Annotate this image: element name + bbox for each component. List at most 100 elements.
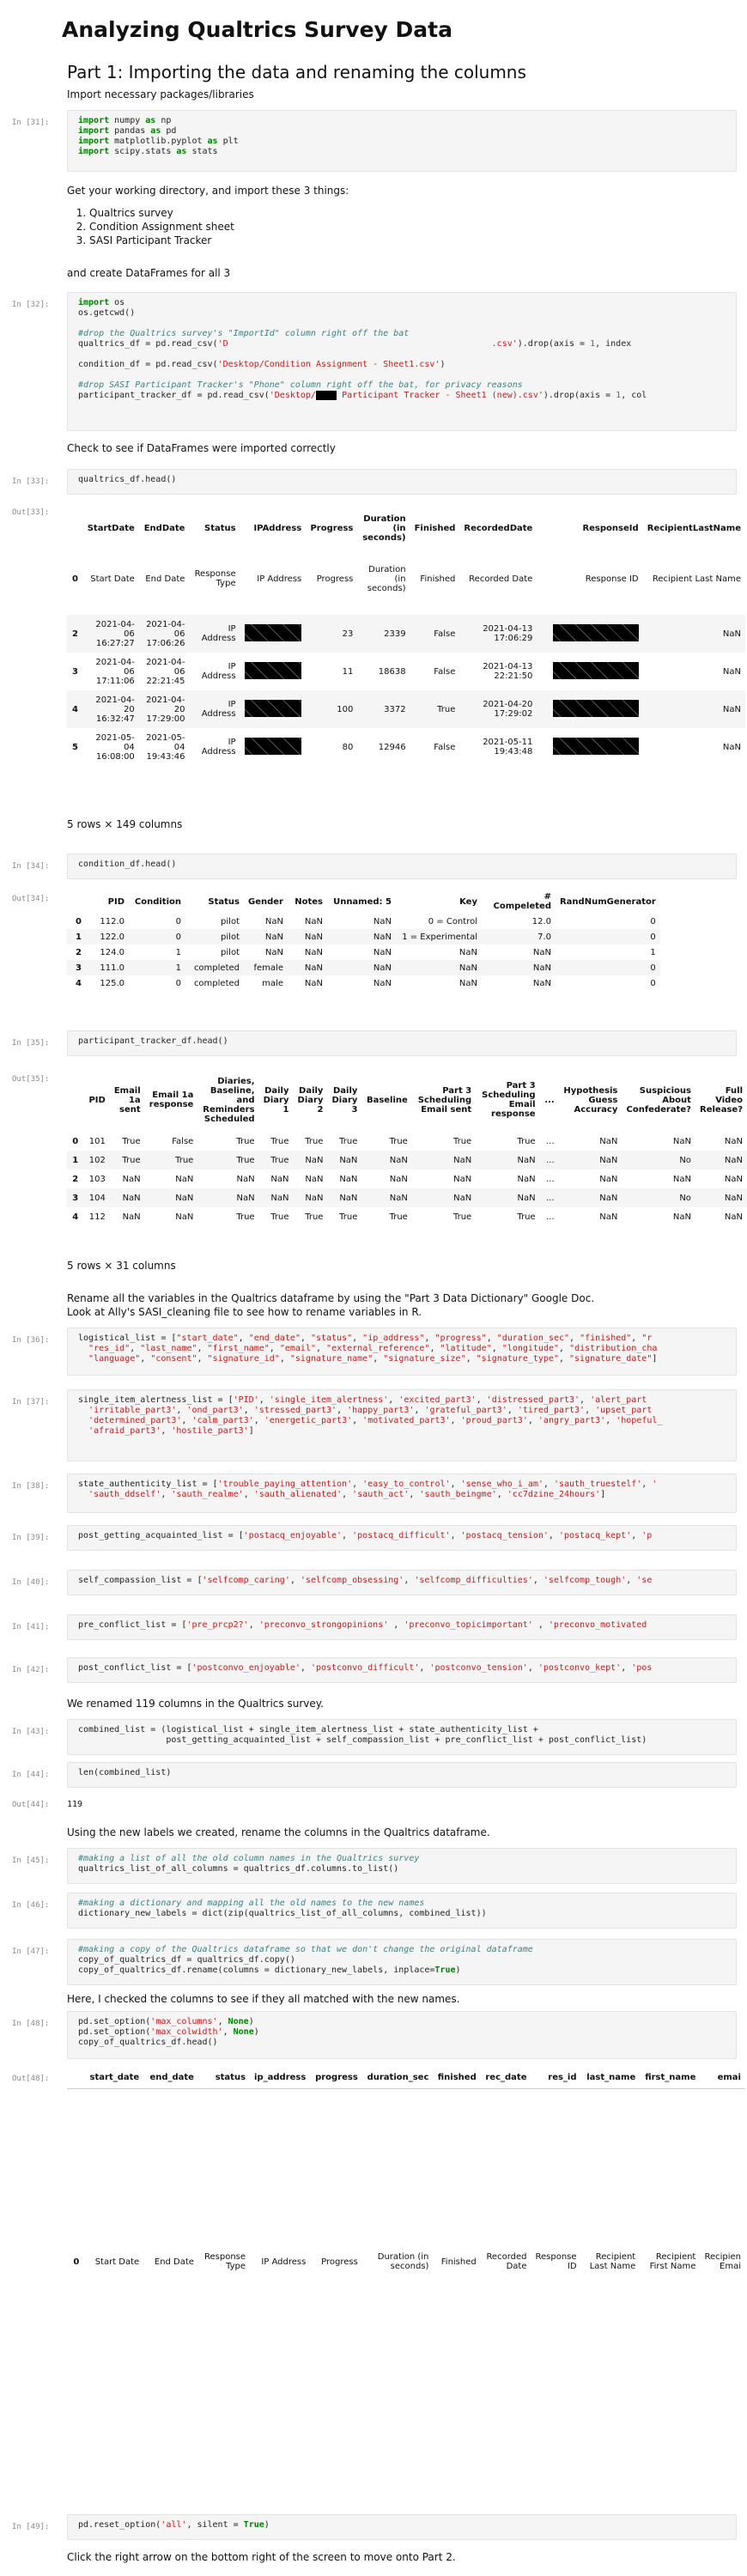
col-header: start_date — [89, 2073, 140, 2083]
row-index: 4 — [72, 1212, 79, 1222]
redacted-response-id — [552, 699, 639, 717]
table-cell: True — [339, 1212, 358, 1222]
col-header: EndDate — [143, 523, 185, 533]
col-header: emai — [717, 2073, 741, 2083]
table-cell: True — [452, 1136, 472, 1146]
code-cell-set-options[interactable]: pd.set_option('max_columns', None) pd.se… — [67, 2011, 737, 2059]
code-cell-post-conflict-list[interactable]: post_conflict_list = ['postconvo_enjoyab… — [67, 1657, 737, 1683]
table-cell: NaN — [122, 1212, 141, 1222]
code-cell-participant-head[interactable]: participant_tracker_df.head() — [67, 1030, 737, 1056]
table-cell: NaN — [599, 1193, 618, 1203]
col-header: Status — [204, 523, 236, 533]
table-cell: 112.0 — [100, 916, 125, 927]
col-header: RecordedDate — [464, 523, 533, 533]
table-cell: pilot — [221, 932, 240, 942]
table-cell: NaN — [264, 916, 283, 927]
col-header: duration_sec — [367, 2073, 429, 2083]
table-cell: NaN — [304, 947, 323, 957]
table-cell: 2021-04-13 22:21:50 — [483, 662, 533, 681]
table-cell: IP Address — [261, 2257, 307, 2267]
col-header: Suspicious About Confederate? — [626, 1085, 691, 1115]
code-cell-read-csv[interactable]: import os os.getcwd() #drop the Qualtric… — [67, 292, 737, 431]
table-cell: NaN — [264, 932, 283, 942]
col-header: Full Video Release? — [700, 1085, 743, 1115]
table-cell: NaN — [389, 1193, 408, 1203]
prompt: In [41]: — [12, 1623, 50, 1631]
table-cell: Start Date — [90, 574, 135, 584]
table-cell: NaN — [304, 963, 323, 973]
code-cell-logistical-list[interactable]: logistical_list = ["start_date", "end_da… — [67, 1327, 737, 1376]
md-newlabels: Using the new labels we created, rename … — [67, 1826, 490, 1838]
row-index: 5 — [72, 742, 78, 752]
code-cell-old-names[interactable]: #making a list of all the old column nam… — [67, 1848, 737, 1884]
table-cell: False — [434, 742, 456, 752]
code-cell-self-compassion-list[interactable]: self_compassion_list = ['selfcomp_caring… — [67, 1570, 737, 1595]
table-cell: True — [517, 1136, 536, 1146]
code-cell-imports[interactable]: import numpy as np import pandas as pd i… — [67, 110, 737, 172]
table-cell: NaN — [264, 947, 283, 957]
table-cell: NaN — [122, 1193, 141, 1203]
table-cell: completed — [193, 963, 240, 973]
rows-cols-summary: 5 rows × 31 columns — [67, 1260, 176, 1272]
prompt: In [31]: — [12, 118, 50, 127]
code-cell-qualtrics-head[interactable]: qualtrics_df.head() — [67, 469, 737, 495]
rows-cols-summary: 5 rows × 149 columns — [67, 818, 183, 830]
table-cell: False — [434, 629, 456, 639]
col-header: Daily Diary 3 — [331, 1085, 358, 1115]
table-cell: NaN — [722, 666, 741, 677]
table-cell: True — [122, 1136, 141, 1146]
row-index: 3 — [72, 1193, 79, 1203]
table-cell: completed — [193, 978, 240, 988]
code-text: qualtrics_df.head() — [78, 475, 177, 484]
col-header: res_id — [548, 2073, 577, 2083]
table-cell: 0 — [175, 932, 181, 942]
col-header: # Compeleted — [493, 892, 551, 911]
table-cell: 2021-05-11 19:43:48 — [483, 738, 533, 756]
table-cell: NaN — [389, 1155, 408, 1165]
table-cell: pilot — [221, 916, 240, 927]
table-cell: 2021-04-13 17:06:29 — [483, 624, 533, 643]
code-cell-condition-head[interactable]: condition_df.head() — [67, 854, 737, 879]
table-cell: True — [389, 1212, 408, 1222]
code-cell-pre-conflict-list[interactable]: pre_conflict_list = ['pre_prcp2?', 'prec… — [67, 1614, 737, 1640]
prompt: In [42]: — [12, 1666, 50, 1674]
table-cell: 80 — [342, 742, 354, 752]
row-index: 1 — [76, 932, 82, 942]
redacted-response-id — [552, 623, 639, 641]
row-index: 0 — [76, 916, 82, 927]
table-cell: IP Address — [201, 700, 236, 719]
table-cell: 2021-04-06 16:27:27 — [95, 619, 135, 648]
code-cell-authenticity-list[interactable]: state_authenticity_list = ['trouble_payi… — [67, 1473, 737, 1513]
table-cell: False — [434, 666, 456, 677]
row-index: 0 — [72, 574, 78, 584]
col-header: RecipientLastName — [647, 523, 741, 533]
row-index: 4 — [72, 704, 78, 714]
table-cell: 103 — [88, 1174, 106, 1184]
md-dataframes: and create DataFrames for all 3 — [67, 267, 231, 279]
row-index: 4 — [76, 978, 82, 988]
code-cell-combined-list[interactable]: combined_list = (logistical_list + singl… — [67, 1719, 737, 1755]
code-cell-alertness-list[interactable]: single_item_alertness_list = ['PID', 'si… — [67, 1389, 737, 1461]
table-cell: ... — [546, 1136, 555, 1146]
code-text: participant_tracker_df.head() — [78, 1036, 228, 1046]
row-index: 3 — [72, 666, 78, 677]
table-cell: IP Address — [201, 624, 236, 643]
table-cell: NaN — [453, 1155, 472, 1165]
code-cell-dictionary[interactable]: #making a dictionary and mapping all the… — [67, 1893, 737, 1929]
col-header: Part 3 Scheduling Email sent — [417, 1085, 472, 1115]
code-cell-post-getting-list[interactable]: post_getting_acquainted_list = ['postacq… — [67, 1525, 737, 1551]
table-cell: NaN — [724, 1155, 743, 1165]
md-checked: Here, I checked the columns to see if th… — [67, 1993, 460, 2005]
table-cell: NaN — [304, 978, 323, 988]
md-import: Import necessary packages/libraries — [67, 88, 254, 100]
table-cell: NaN — [175, 1193, 194, 1203]
table-cell: Progress — [321, 2257, 358, 2267]
redacted-ip — [245, 699, 302, 717]
code-cell-copy-rename[interactable]: #making a copy of the Qualtrics datafram… — [67, 1939, 737, 1985]
table-cell: True — [270, 1136, 289, 1146]
prompt: In [47]: — [12, 1947, 50, 1956]
code-cell-len[interactable]: len(combined_list) — [67, 1762, 737, 1788]
redacted-response-id — [552, 661, 639, 679]
col-header: end_date — [149, 2073, 194, 2083]
code-cell-reset-option[interactable]: pd.reset_option('all', silent = True) — [67, 2514, 737, 2540]
